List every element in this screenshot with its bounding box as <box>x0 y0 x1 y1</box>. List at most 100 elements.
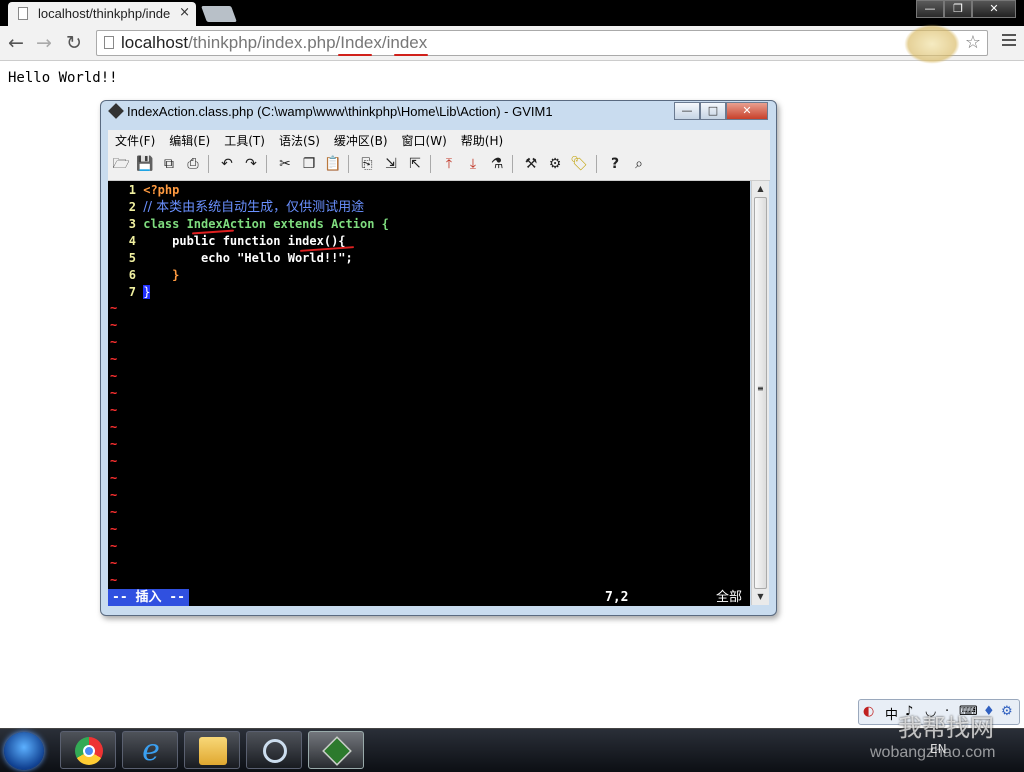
vim-editor[interactable]: 1 <?php 2 // 本类由系统自动生成，仅供测试用途 3 class In… <box>108 181 750 606</box>
code-line: 4 public function index(){ <box>128 234 346 248</box>
reload-icon[interactable]: ↻ <box>66 32 82 54</box>
code-line: 5 echo "Hello World!!"; <box>128 251 353 265</box>
make-icon[interactable]: ⚒ <box>522 155 540 173</box>
undo-icon[interactable]: ↶ <box>218 155 236 173</box>
tags-icon[interactable]: 🏷 <box>570 155 588 173</box>
tilde-marker: ~ <box>110 556 118 570</box>
replace-icon[interactable]: ⎘ <box>358 155 376 173</box>
open-icon[interactable]: 🗁 <box>112 155 130 173</box>
save-session-icon[interactable]: ⤓ <box>464 155 482 173</box>
taskbar-gvim[interactable] <box>308 731 364 769</box>
load-session-icon[interactable]: ⤒ <box>440 155 458 173</box>
internet-explorer-icon: e <box>142 733 160 768</box>
menu-tools[interactable]: 工具(T) <box>217 130 272 150</box>
tilde-marker: ~ <box>110 403 118 417</box>
copy-icon[interactable]: ❐ <box>300 155 318 173</box>
code-line: 1 <?php <box>128 183 180 197</box>
new-tab-button[interactable] <box>201 6 237 22</box>
code-line: 6 } <box>128 268 180 282</box>
menu-file[interactable]: 文件(F) <box>108 130 162 150</box>
toolbar-separator <box>512 155 513 173</box>
scroll-up-icon[interactable]: ▲ <box>752 181 769 197</box>
ime-lang-icon[interactable]: 中 <box>885 704 898 723</box>
tilde-marker: ~ <box>110 386 118 400</box>
insert-mode-indicator: -- 插入 -- <box>108 589 189 606</box>
gvim-icon <box>322 736 352 766</box>
close-button[interactable]: ✕ <box>972 0 1016 18</box>
scrollbar-thumb[interactable]: ≡ <box>754 197 767 589</box>
page-output-text: Hello World!! <box>8 70 118 86</box>
extension-logo-icon <box>904 24 960 64</box>
address-bar[interactable]: localhost/thinkphp/index.php/Index/index… <box>96 30 988 56</box>
maximize-button[interactable]: □ <box>700 102 726 120</box>
code-class-line: class IndexAction extends Action { <box>143 217 389 231</box>
find-prev-icon[interactable]: ⇱ <box>406 155 424 173</box>
back-icon[interactable]: ← <box>8 32 24 54</box>
paste-icon[interactable]: 📋 <box>324 155 342 173</box>
watermark-site: wobangzhao.com <box>870 744 996 761</box>
code-line: 7 } <box>128 285 151 299</box>
browser-window-controls: — ❐ ✕ <box>916 0 1016 18</box>
tilde-marker: ~ <box>110 301 118 315</box>
forward-icon[interactable]: → <box>36 32 52 54</box>
tilde-marker: ~ <box>110 505 118 519</box>
red-underline-mark <box>338 54 372 56</box>
chrome-icon <box>75 737 103 765</box>
redo-icon[interactable]: ↷ <box>242 155 260 173</box>
taskbar-search[interactable] <box>246 731 302 769</box>
browser-tabstrip: localhost/thinkphp/inde × — ❐ ✕ <box>0 0 1024 26</box>
tab-close-icon[interactable]: × <box>179 5 190 20</box>
tab-title: localhost/thinkphp/inde <box>38 6 171 21</box>
minimize-button[interactable]: — <box>916 0 944 18</box>
start-button[interactable] <box>4 732 44 770</box>
toolbar-separator <box>348 155 349 173</box>
tilde-marker: ~ <box>110 335 118 349</box>
toolbar-separator <box>430 155 431 173</box>
search-magnifier-icon <box>263 739 287 763</box>
gvim-window-controls: — □ ✕ <box>674 102 768 120</box>
tilde-marker: ~ <box>110 352 118 366</box>
print-icon[interactable]: ⎙ <box>184 155 202 173</box>
close-button[interactable]: ✕ <box>726 102 768 120</box>
tilde-marker: ~ <box>110 454 118 468</box>
menu-buffers[interactable]: 缓冲区(B) <box>327 130 395 150</box>
vim-statusline: -- 插入 -- 7,2 全部 <box>108 589 750 606</box>
shell-icon[interactable]: ⚙ <box>546 155 564 173</box>
cut-icon[interactable]: ✂ <box>276 155 294 173</box>
page-icon <box>104 36 114 49</box>
menu-window[interactable]: 窗口(W) <box>395 130 454 150</box>
taskbar-explorer[interactable] <box>184 731 240 769</box>
grip-icon: ≡ <box>757 384 764 393</box>
scroll-range: 全部 <box>715 590 742 605</box>
menu-edit[interactable]: 编辑(E) <box>162 130 217 150</box>
help-icon[interactable]: ? <box>606 155 624 173</box>
taskbar-chrome[interactable] <box>60 731 116 769</box>
gvim-titlebar: IndexAction.class.php (C:\wamp\www\think… <box>108 103 553 128</box>
vertical-scrollbar[interactable]: ▲ ≡ ▼ <box>751 181 769 605</box>
code-line: 3 class IndexAction extends Action { <box>128 217 389 231</box>
taskbar-ie[interactable]: e <box>122 731 178 769</box>
restore-button[interactable]: ❐ <box>944 0 972 18</box>
vim-icon <box>108 103 124 119</box>
minimize-button[interactable]: — <box>674 102 700 120</box>
save-icon[interactable]: 💾 <box>136 155 154 173</box>
chrome-menu-icon[interactable] <box>1002 34 1016 49</box>
find-next-icon[interactable]: ⇲ <box>382 155 400 173</box>
bookmark-star-icon[interactable]: ☆ <box>965 32 981 53</box>
code-line: 2 // 本类由系统自动生成，仅供测试用途 <box>128 200 365 215</box>
find-help-icon[interactable]: ⌕ <box>630 155 648 173</box>
save-all-icon[interactable]: ⧉ <box>160 155 178 173</box>
tilde-marker: ~ <box>110 539 118 553</box>
ime-logo-icon: ◐ <box>863 704 875 719</box>
ime-settings-icon[interactable]: ⚙ <box>1001 704 1013 719</box>
scroll-down-icon[interactable]: ▼ <box>752 589 769 605</box>
tilde-marker: ~ <box>110 573 118 587</box>
menu-syntax[interactable]: 语法(S) <box>272 130 327 150</box>
tab-localhost[interactable]: localhost/thinkphp/inde × <box>8 2 196 26</box>
run-script-icon[interactable]: ⚗ <box>488 155 506 173</box>
gvim-menubar: 文件(F) 编辑(E) 工具(T) 语法(S) 缓冲区(B) 窗口(W) 帮助(… <box>108 130 770 150</box>
tilde-marker: ~ <box>110 318 118 332</box>
tilde-marker: ~ <box>110 488 118 502</box>
menu-help[interactable]: 帮助(H) <box>454 130 510 150</box>
gvim-window: IndexAction.class.php (C:\wamp\www\think… <box>100 100 777 616</box>
